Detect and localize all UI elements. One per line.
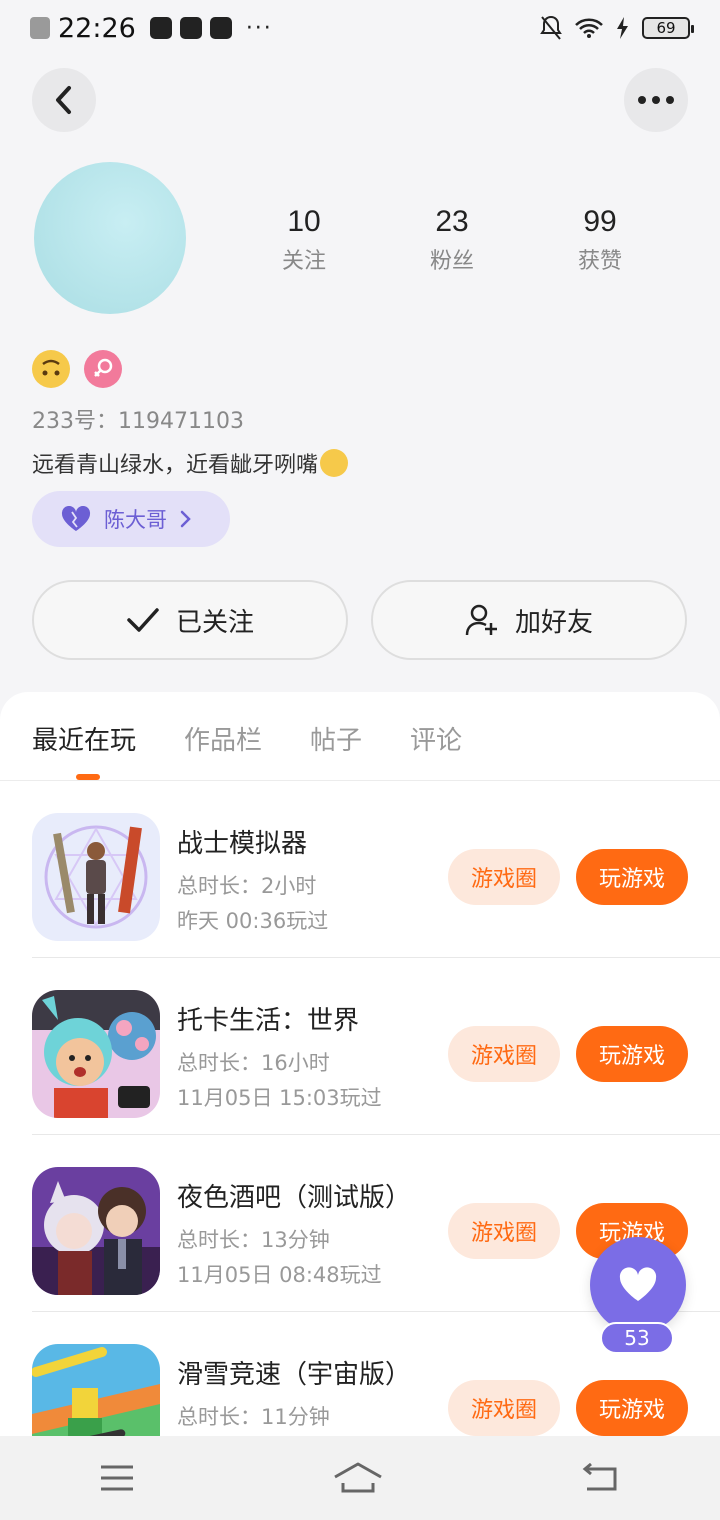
mail-icon [149, 17, 172, 39]
game-title: 滑雪竞速（宇宙版） [177, 1360, 412, 1390]
play-game-button[interactable]: 玩游戏 [576, 849, 688, 905]
system-nav-bar [0, 1436, 720, 1520]
floating-like-button[interactable] [590, 1237, 686, 1333]
app-notification-icon [179, 17, 202, 39]
wifi-icon [575, 18, 603, 38]
game-meta: 总时长：11分钟 [177, 1400, 330, 1435]
game-row[interactable]: 战士模拟器 总时长：2小时 昨天 00:36玩过 游戏圈 玩游戏 [32, 781, 720, 958]
upside-down-face-icon [32, 350, 70, 388]
game-circle-button[interactable]: 游戏圈 [448, 849, 560, 905]
profile-stats: 10 关注 23 粉丝 99 获赞 [230, 205, 674, 275]
game-duration: 总时长：13分钟 [177, 1228, 330, 1252]
stat-label: 获赞 [577, 249, 622, 274]
game-circle-button[interactable]: 游戏圈 [448, 1026, 560, 1082]
bio-text: 远看青山绿水，近看龇牙咧嘴 [32, 447, 349, 479]
tab-recently-played[interactable]: 最近在玩 [32, 720, 136, 757]
game-row[interactable]: 托卡生活：世界 总时长：16小时 11月05日 15:03玩过 游戏圈 玩游戏 [32, 958, 720, 1135]
game-icon-bar[interactable] [32, 1167, 160, 1295]
tab-works[interactable]: 作品栏 [184, 720, 262, 757]
follow-label: 已关注 [175, 607, 254, 638]
status-bar: 22:26 ··· 69 [0, 0, 720, 56]
play-game-button[interactable]: 玩游戏 [576, 1026, 688, 1082]
play-game-button[interactable]: 玩游戏 [576, 1380, 688, 1436]
grimace-emoji-icon [320, 449, 349, 477]
stat-likes[interactable]: 99 获赞 [526, 205, 674, 275]
game-circle-button[interactable]: 游戏圈 [448, 1380, 560, 1436]
stat-number: 10 [287, 205, 321, 238]
heart-icon [61, 506, 91, 531]
bio-text-content: 远看青山绿水，近看龇牙咧嘴 [32, 453, 319, 478]
game-last-played: 11月05日 15:03玩过 [177, 1086, 382, 1110]
notification-icon [30, 17, 50, 39]
menu-icon[interactable] [99, 1464, 135, 1492]
mute-icon [540, 15, 562, 40]
game-duration: 总时长：16小时 [177, 1051, 330, 1075]
stat-following[interactable]: 10 关注 [230, 205, 378, 275]
more-notifications-icon: ··· [245, 15, 273, 41]
stat-number: 23 [435, 205, 469, 238]
play-notification-icon [209, 17, 232, 39]
avatar[interactable] [34, 162, 186, 314]
profile-badges [32, 350, 122, 388]
game-meta: 总时长：16小时 11月05日 15:03玩过 [177, 1046, 382, 1116]
chevron-right-icon [180, 510, 191, 528]
battery-icon: 69 [642, 17, 694, 39]
battery-level: 69 [656, 19, 676, 37]
game-title: 夜色酒吧（测试版） [177, 1183, 412, 1213]
add-friend-button[interactable]: 加好友 [371, 580, 687, 660]
charging-icon [617, 17, 628, 39]
game-icon-toca[interactable] [32, 990, 160, 1118]
more-dots-icon [638, 96, 674, 104]
game-title: 托卡生活：世界 [177, 1006, 360, 1036]
like-count-badge: 53 [600, 1322, 674, 1354]
more-button[interactable] [624, 68, 688, 132]
game-title: 战士模拟器 [177, 829, 308, 859]
stat-fans[interactable]: 23 粉丝 [378, 205, 526, 275]
checkmark-icon [127, 608, 159, 632]
status-time: 22:26 [58, 12, 136, 44]
relation-label: 陈大哥 [104, 508, 167, 532]
game-meta: 总时长：13分钟 11月05日 08:48玩过 [177, 1223, 382, 1293]
game-icon-warrior[interactable] [32, 813, 160, 941]
female-gender-icon [84, 350, 122, 388]
stat-label: 关注 [281, 249, 326, 274]
game-duration: 总时长：11分钟 [177, 1405, 330, 1429]
game-meta: 总时长：2小时 昨天 00:36玩过 [177, 869, 328, 939]
back-button[interactable] [32, 68, 96, 132]
game-icon-ski[interactable] [32, 1344, 160, 1436]
chevron-left-icon [56, 86, 71, 114]
game-last-played: 昨天 00:36玩过 [177, 909, 329, 933]
stat-number: 99 [583, 205, 617, 238]
tab-comments[interactable]: 评论 [410, 720, 462, 757]
add-friend-label: 加好友 [514, 607, 593, 638]
relation-pill[interactable]: 陈大哥 [32, 491, 230, 547]
add-user-icon [465, 604, 497, 636]
game-last-played: 11月05日 08:48玩过 [177, 1263, 382, 1287]
follow-button[interactable]: 已关注 [32, 580, 348, 660]
back-nav-icon[interactable] [581, 1463, 621, 1493]
stat-label: 粉丝 [429, 249, 474, 274]
tab-posts[interactable]: 帖子 [310, 720, 362, 757]
game-circle-button[interactable]: 游戏圈 [448, 1203, 560, 1259]
game-duration: 总时长：2小时 [177, 874, 317, 898]
heart-icon [619, 1267, 657, 1301]
user-id: 233号：119471103 [32, 409, 244, 434]
profile-tabs: 最近在玩 作品栏 帖子 评论 [32, 720, 462, 757]
home-icon[interactable] [333, 1461, 383, 1495]
